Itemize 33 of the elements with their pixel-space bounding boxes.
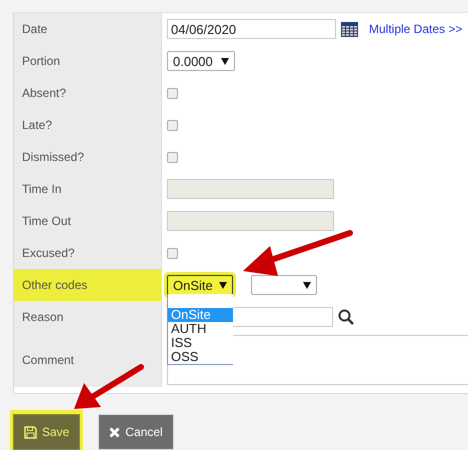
checkbox[interactable] xyxy=(167,152,178,162)
dropdown-option[interactable]: AUTH xyxy=(168,322,233,336)
portion-select[interactable]: 0.0000 xyxy=(167,51,235,71)
dropdown-option[interactable]: OSS xyxy=(168,350,233,364)
caret-icon xyxy=(221,58,229,64)
checkbox[interactable] xyxy=(167,120,178,130)
field-label: Excused? xyxy=(22,246,75,260)
codes-select[interactable]: OnSite xyxy=(167,275,233,295)
checkbox[interactable] xyxy=(167,248,178,258)
caret-icon xyxy=(303,282,311,288)
save-button[interactable]: Save xyxy=(13,414,80,450)
calendar-icon[interactable] xyxy=(341,22,358,36)
field-label: Time Out xyxy=(22,214,71,228)
field-label: Date xyxy=(22,22,48,36)
field-label: Dismissed? xyxy=(22,150,84,164)
checkbox[interactable] xyxy=(167,88,178,98)
field-label: Reason xyxy=(22,310,64,324)
cancel-button[interactable]: Cancel xyxy=(98,414,174,450)
field-label: Absent? xyxy=(22,86,66,100)
field-label: Time In xyxy=(22,182,62,196)
search-icon[interactable] xyxy=(338,309,354,325)
dropdown-option[interactable]: ISS xyxy=(168,336,233,350)
field-label: Portion xyxy=(22,54,60,68)
arrow xyxy=(74,364,144,409)
field-label: Late? xyxy=(22,118,52,132)
field-label: Other codes xyxy=(22,278,88,292)
date-field[interactable]: 04/06/2020 xyxy=(167,19,336,39)
field-label: Comment xyxy=(22,353,74,367)
multiple-dates-link[interactable]: Multiple Dates >> xyxy=(369,22,462,36)
close-icon xyxy=(109,426,120,438)
caret-icon xyxy=(219,282,227,288)
save-icon xyxy=(24,426,37,438)
secondary-select[interactable] xyxy=(251,275,317,295)
